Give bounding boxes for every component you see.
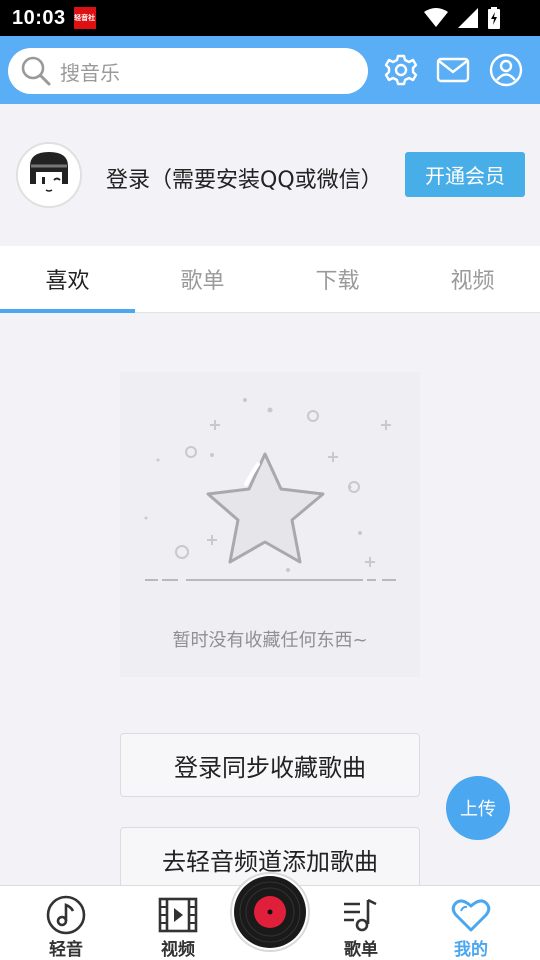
- status-bar: 10:03 轻音社: [0, 0, 540, 36]
- empty-star-illustration: [144, 398, 396, 581]
- upload-button[interactable]: 上传: [446, 776, 510, 840]
- signal-icon: [458, 8, 478, 28]
- vinyl-record-icon: [234, 876, 306, 948]
- tab-label: 歌单: [180, 269, 225, 294]
- status-time: 10:03: [12, 6, 66, 29]
- now-playing-record-button[interactable]: [230, 872, 310, 952]
- nav-label: 视频: [161, 940, 195, 960]
- open-vip-button[interactable]: 开通会员: [405, 152, 525, 197]
- nav-label: 我的: [454, 940, 488, 960]
- empty-message: 暂时没有收藏任何东西~: [172, 630, 368, 651]
- nav-item-playlist[interactable]: 歌单: [311, 886, 411, 960]
- app-header: 搜音乐: [0, 36, 540, 104]
- mail-icon[interactable]: [436, 53, 470, 87]
- search-input[interactable]: 搜音乐: [8, 48, 368, 94]
- tab-videos[interactable]: 视频: [405, 246, 540, 312]
- status-icons: [424, 7, 500, 29]
- nav-item-mine[interactable]: 我的: [421, 886, 521, 960]
- login-prompt[interactable]: 登录（需要安装QQ或微信）: [106, 162, 383, 194]
- tab-label: 喜欢: [45, 269, 90, 294]
- playlist-icon: [344, 898, 377, 932]
- music-note-icon: [46, 895, 86, 935]
- tab-favorites[interactable]: 喜欢: [0, 246, 135, 313]
- tab-playlists[interactable]: 歌单: [135, 246, 270, 312]
- avatar[interactable]: [16, 142, 82, 208]
- wifi-icon: [424, 8, 448, 27]
- active-tab-indicator: [0, 309, 135, 313]
- tab-label: 下载: [315, 269, 360, 294]
- tab-bar: 喜欢 歌单 下载 视频: [0, 246, 540, 313]
- video-icon: [158, 897, 198, 933]
- nav-label: 轻音: [49, 940, 83, 960]
- profile-section: 登录（需要安装QQ或微信） 开通会员: [0, 104, 540, 246]
- nav-item-music[interactable]: 轻音: [16, 886, 116, 960]
- avatar-face-icon: [18, 144, 80, 206]
- battery-icon: [488, 7, 500, 29]
- nav-item-video[interactable]: 视频: [128, 886, 228, 960]
- search-placeholder: 搜音乐: [60, 60, 120, 85]
- heart-icon: [451, 899, 491, 932]
- search-icon: [21, 56, 51, 86]
- user-profile-icon[interactable]: [489, 53, 523, 87]
- settings-gear-icon[interactable]: [384, 53, 418, 87]
- nav-label: 歌单: [344, 940, 378, 960]
- login-sync-button[interactable]: 登录同步收藏歌曲: [120, 733, 420, 797]
- tab-label: 视频: [450, 269, 495, 294]
- app-notification-icon: 轻音社: [73, 7, 96, 29]
- tab-downloads[interactable]: 下载: [270, 246, 405, 312]
- empty-state: 暂时没有收藏任何东西~: [120, 372, 420, 677]
